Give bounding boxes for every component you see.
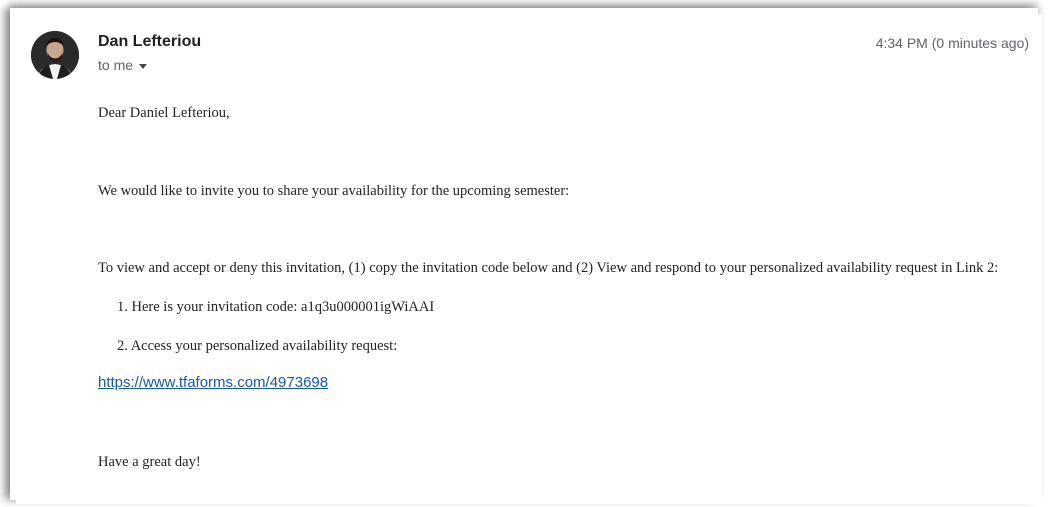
sender-name: Dan Lefteriou <box>98 33 202 50</box>
step-invitation-code: 1. Here is your invitation code: a1q3u00… <box>117 299 435 315</box>
sender-avatar[interactable] <box>31 31 79 79</box>
availability-request-link[interactable]: https://www.tfaforms.com/4973698 <box>98 374 328 391</box>
email-greeting: Dear Daniel Lefteriou, <box>98 105 230 121</box>
email-paragraph-instructions: To view and accept or deny this invitati… <box>98 260 999 276</box>
email-paragraph-invite: We would like to invite you to share you… <box>98 183 570 199</box>
email-closing: Have a great day! <box>98 454 201 470</box>
step-access-request: 2. Access your personalized availability… <box>117 338 398 354</box>
recipient-label: to me <box>98 57 134 73</box>
email-timestamp: 4:34 PM (0 minutes ago) <box>875 35 1029 51</box>
recipient-details-toggle[interactable]: to me <box>98 57 148 73</box>
caret-down-icon[interactable] <box>139 63 148 69</box>
email-card <box>16 14 1042 504</box>
avatar-photo-icon <box>31 31 79 79</box>
